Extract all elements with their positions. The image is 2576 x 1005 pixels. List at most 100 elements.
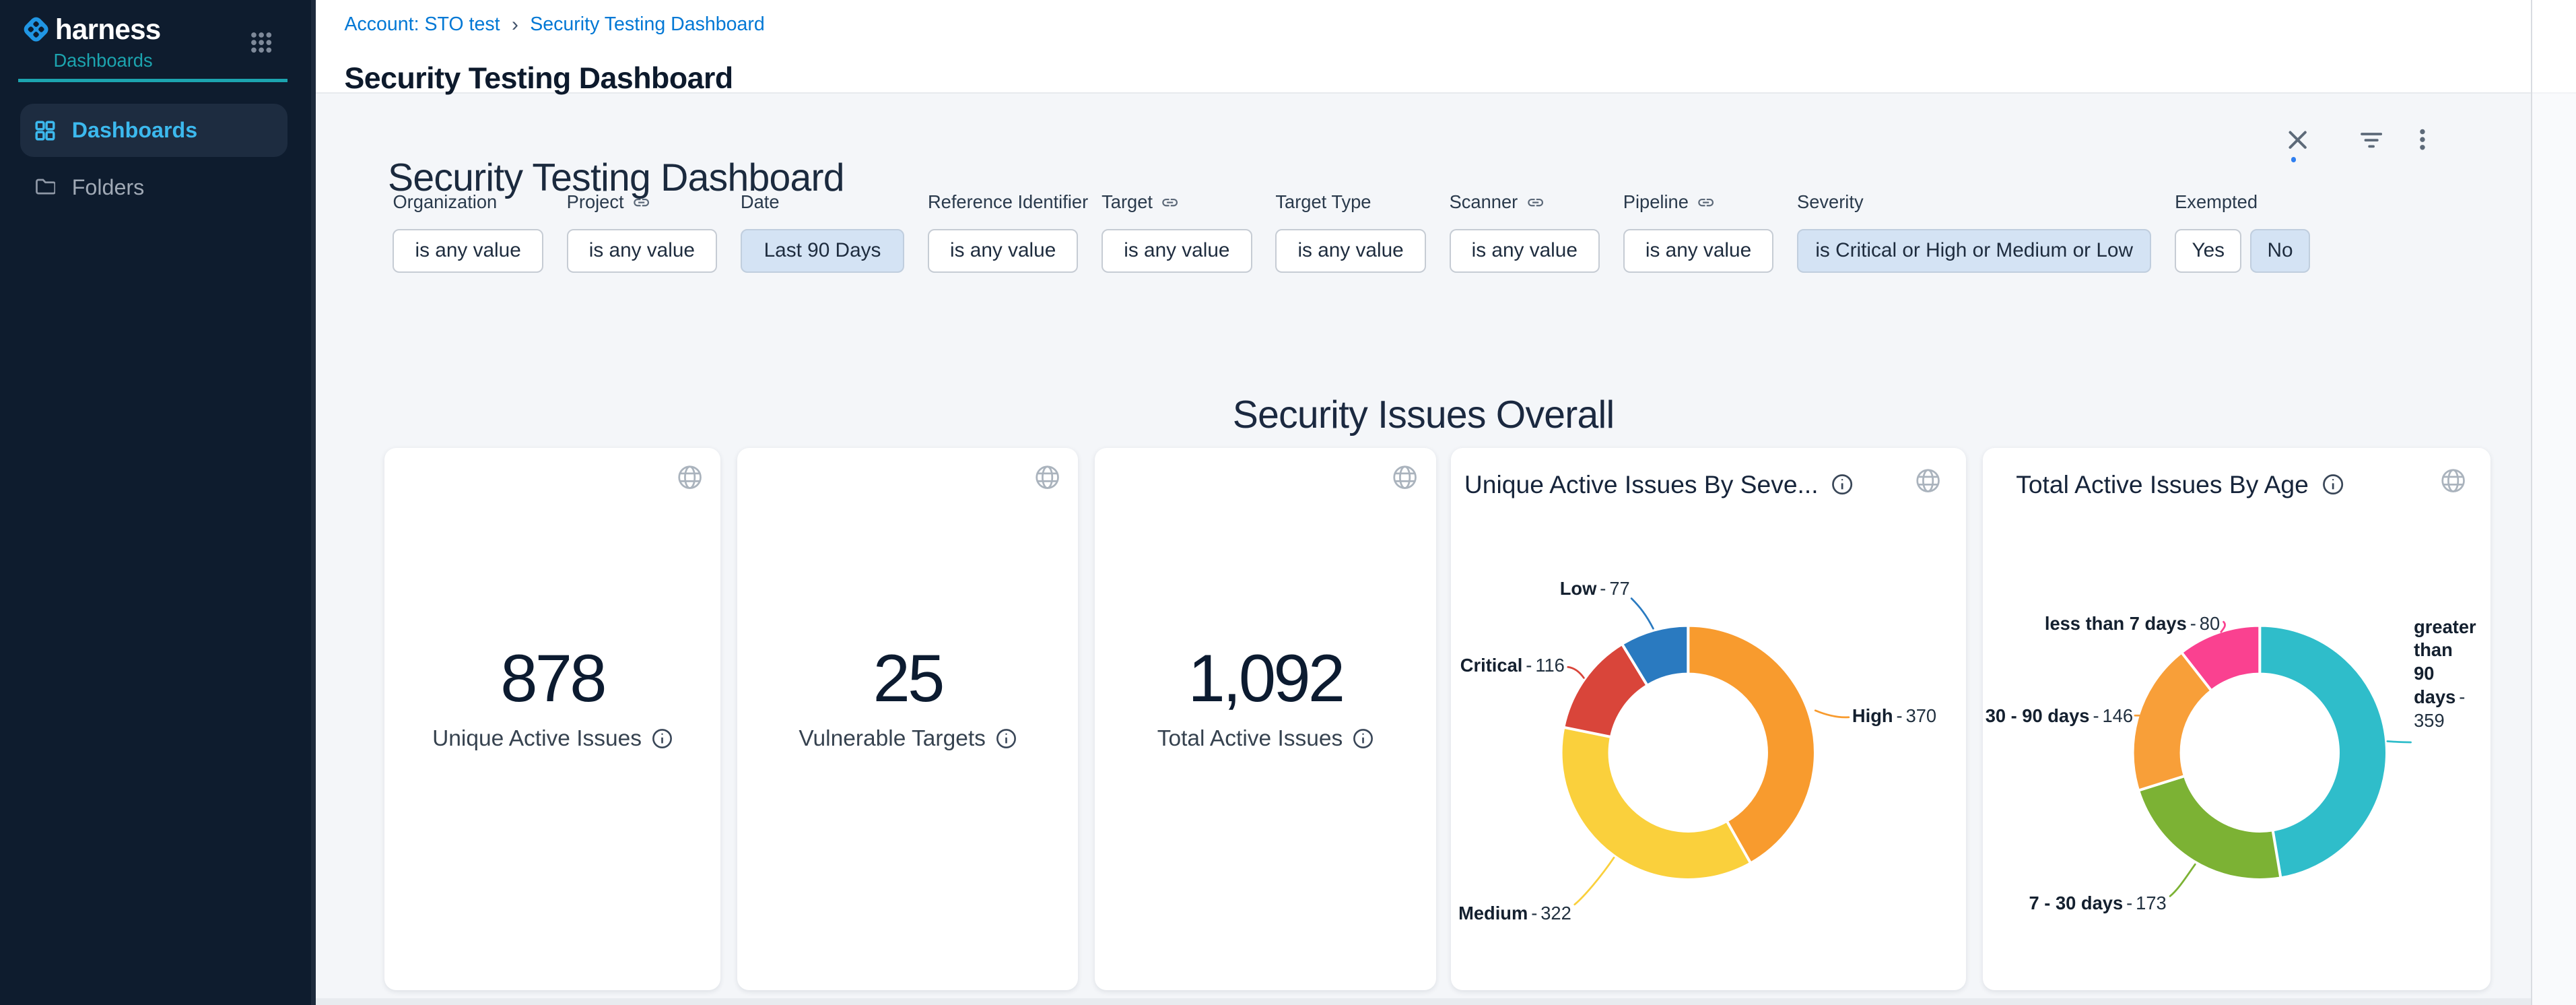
chart-header: Total Active Issues By Age xyxy=(2016,470,2344,499)
globe-icon[interactable] xyxy=(1392,465,1419,492)
globe-icon[interactable] xyxy=(2441,468,2468,495)
filter-label: Project xyxy=(567,191,717,214)
top-bar: Account: STO test › Security Testing Das… xyxy=(316,0,2576,94)
dashboards-grid-icon xyxy=(35,121,55,141)
filter-scanner: Scanner is any value xyxy=(1450,191,1600,273)
link-icon xyxy=(632,193,650,212)
filter-organization-button[interactable]: is any value xyxy=(393,229,543,273)
breadcrumb-page-link[interactable]: Security Testing Dashboard xyxy=(530,13,765,36)
filter-label: Exempted xyxy=(2175,191,2310,214)
kebab-menu-icon[interactable] xyxy=(2419,129,2426,150)
sidebar-divider xyxy=(18,79,287,82)
filter-scanner-button[interactable]: is any value xyxy=(1450,229,1600,273)
donut-slice-greater-than-90-days[interactable] xyxy=(2260,626,2387,878)
sidebar-edge xyxy=(311,0,316,1005)
info-icon[interactable] xyxy=(996,728,1017,749)
filter-exempted: Exempted Yes No xyxy=(2175,191,2310,273)
filter-pipeline-button[interactable]: is any value xyxy=(1623,229,1773,273)
filter-icon[interactable] xyxy=(2361,132,2382,149)
product-label: Dashboards xyxy=(53,50,152,71)
donut-slice-medium[interactable] xyxy=(1561,727,1751,880)
info-icon[interactable] xyxy=(1353,728,1374,749)
harness-logo-icon xyxy=(20,13,52,45)
bottom-band xyxy=(316,998,2531,1005)
filter-pipeline: Pipeline is any value xyxy=(1623,191,1773,273)
slice-label-greater-than-90-days: greater than 90 days-359 xyxy=(2414,616,2477,733)
metric-value: 1,092 xyxy=(1095,645,1435,712)
card-unique-active-issues: 878 Unique Active Issues xyxy=(384,448,720,990)
chart-title: Total Active Issues By Age xyxy=(2016,470,2309,499)
app-window: harness Dashboards Dashboards xyxy=(0,0,2576,1005)
chart-header: Unique Active Issues By Seve... xyxy=(1464,470,1854,499)
sidebar-item-label: Dashboards xyxy=(72,118,197,143)
filter-label: Organization xyxy=(393,191,543,214)
metric-value: 25 xyxy=(737,645,1078,712)
filter-label: Scanner xyxy=(1450,191,1600,214)
apps-grid-icon[interactable] xyxy=(250,32,272,53)
section-heading: Security Issues Overall xyxy=(316,393,2531,437)
filter-severity-button[interactable]: is Critical or High or Medium or Low xyxy=(1797,229,2151,273)
filter-label: Date xyxy=(741,191,904,214)
card-unique-active-issues-by-severity: Unique Active Issues By Seve... Low-77 C… xyxy=(1451,448,1966,990)
donut-slice-7-30-days[interactable] xyxy=(2139,776,2281,880)
filter-date-button[interactable]: Last 90 Days xyxy=(741,229,904,273)
card-total-active-issues-by-age: Total Active Issues By Age less than 7 d… xyxy=(1983,448,2491,990)
folder-icon xyxy=(35,178,55,196)
exempted-yes-button[interactable]: Yes xyxy=(2175,229,2241,273)
link-icon xyxy=(1161,193,1179,212)
breadcrumb-account-link[interactable]: Account: STO test xyxy=(344,13,500,36)
metric-value: 878 xyxy=(384,645,720,712)
info-icon[interactable] xyxy=(2322,474,2344,495)
info-icon[interactable] xyxy=(1831,474,1853,495)
filter-label: Target xyxy=(1101,191,1252,214)
card-vulnerable-targets: 25 Vulnerable Targets xyxy=(737,448,1078,990)
brand-name: harness xyxy=(55,13,161,46)
main-content: Security Testing Dashboard Organization … xyxy=(316,94,2576,1005)
slice-label-critical: Critical-116 xyxy=(1460,655,1565,676)
brand[interactable]: harness xyxy=(20,13,161,46)
filter-organization: Organization is any value xyxy=(393,191,543,273)
chart-title: Unique Active Issues By Seve... xyxy=(1464,470,1819,499)
slice-label-high: High-370 xyxy=(1852,705,1936,726)
filter-label: Reference Identifier xyxy=(928,191,1078,214)
filter-reference-identifier-button[interactable]: is any value xyxy=(928,229,1078,273)
exempted-no-button[interactable]: No xyxy=(2250,229,2310,273)
page-title: Security Testing Dashboard xyxy=(344,62,733,96)
filter-target-button[interactable]: is any value xyxy=(1101,229,1252,273)
scrollbar-track[interactable] xyxy=(2531,0,2576,1005)
cursor-dot xyxy=(2291,157,2296,162)
filter-target-type: Target Type is any value xyxy=(1275,191,1425,273)
filter-target-type-button[interactable]: is any value xyxy=(1275,229,1425,273)
globe-icon[interactable] xyxy=(1035,465,1062,492)
filter-reference-identifier: Reference Identifier is any value xyxy=(928,191,1078,273)
slice-label-low: Low-77 xyxy=(1560,578,1630,599)
filter-project: Project is any value xyxy=(567,191,717,273)
donut-chart-age[interactable] xyxy=(2093,585,2427,920)
filter-severity: Severity is Critical or High or Medium o… xyxy=(1797,191,2151,273)
breadcrumb-chevron-icon: › xyxy=(512,13,518,36)
slice-label-7-30-days: 7 - 30 days-173 xyxy=(2029,893,2167,914)
donut-chart-severity[interactable] xyxy=(1521,585,1856,920)
slice-label-medium: Medium-322 xyxy=(1458,902,1571,923)
metric-label: Vulnerable Targets xyxy=(737,726,1078,752)
globe-icon[interactable] xyxy=(677,465,704,492)
breadcrumb: Account: STO test › Security Testing Das… xyxy=(344,13,764,36)
sidebar: harness Dashboards Dashboards xyxy=(0,0,316,1005)
link-icon xyxy=(1697,193,1715,212)
sidebar-item-dashboards[interactable]: Dashboards xyxy=(20,104,287,157)
close-icon[interactable] xyxy=(2289,131,2307,149)
filter-project-button[interactable]: is any value xyxy=(567,229,717,273)
metric-label: Total Active Issues xyxy=(1095,726,1435,752)
metric-label: Unique Active Issues xyxy=(384,726,720,752)
card-total-active-issues: 1,092 Total Active Issues xyxy=(1095,448,1435,990)
filter-label: Severity xyxy=(1797,191,2151,214)
link-icon xyxy=(1526,193,1545,212)
filter-date: Date Last 90 Days xyxy=(741,191,904,273)
globe-icon[interactable] xyxy=(1916,468,1942,495)
sidebar-item-label: Folders xyxy=(72,175,145,200)
filter-label: Pipeline xyxy=(1623,191,1773,214)
filter-target: Target is any value xyxy=(1101,191,1252,273)
sidebar-item-folders[interactable]: Folders xyxy=(20,160,287,214)
info-icon[interactable] xyxy=(652,728,673,749)
slice-label-30-90-days: 30 - 90 days-146 xyxy=(1986,705,2133,726)
